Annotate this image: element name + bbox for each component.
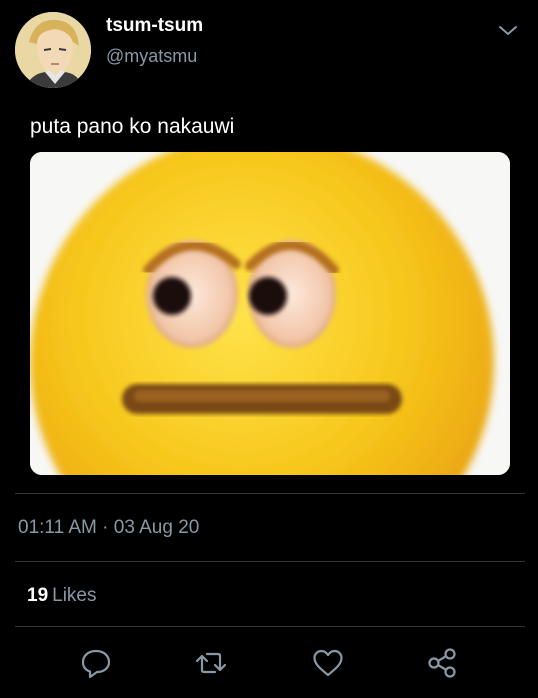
user-handle[interactable]: @myatsmu [106,44,197,68]
tweet-timestamp[interactable]: 01:11 AM · 03 Aug 20 [18,516,199,540]
likes-summary[interactable]: 19 Likes [27,584,97,608]
likes-label: Likes [52,585,97,606]
divider [15,626,525,627]
heart-icon[interactable] [311,646,345,680]
share-icon[interactable] [425,646,459,680]
retweet-icon[interactable] [194,646,228,680]
tweet-header: tsum-tsum @myatsmu [0,0,538,100]
tweet-text: puta pano ko nakauwi [30,115,235,138]
tweet-image[interactable] [30,152,510,475]
divider [15,493,525,494]
divider [15,561,525,562]
avatar[interactable] [15,12,91,88]
chevron-down-icon[interactable] [496,20,520,40]
reply-bubble-icon[interactable] [79,646,113,680]
likes-count: 19 [27,585,49,606]
display-name[interactable]: tsum-tsum [106,14,203,38]
